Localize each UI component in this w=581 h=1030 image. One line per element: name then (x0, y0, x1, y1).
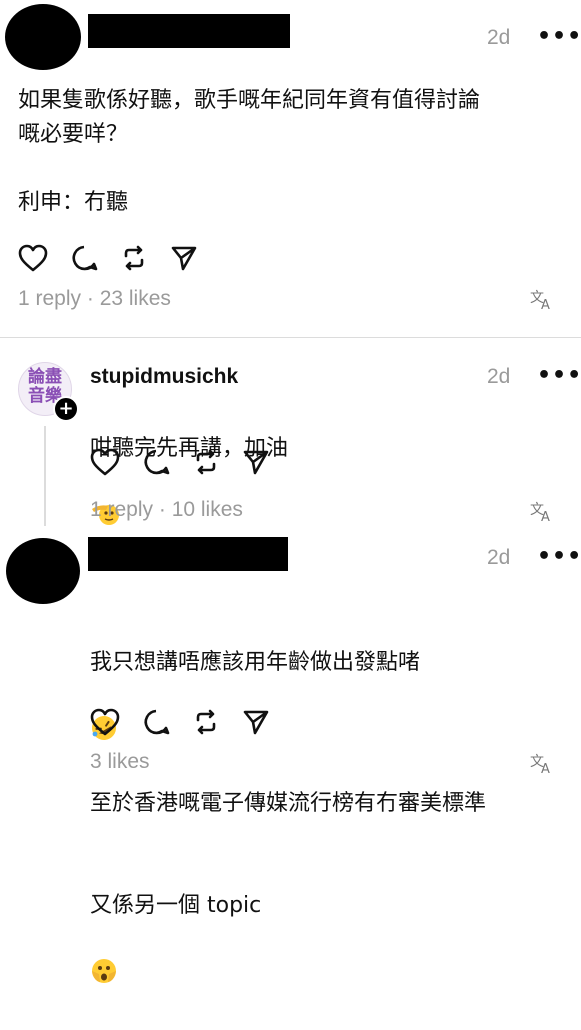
more-icon[interactable]: ••• (537, 26, 581, 48)
avatar[interactable] (5, 4, 81, 70)
post-text-line: 至於香港嘅電子傳媒流行榜有冇審美標準 (90, 791, 487, 816)
share-icon[interactable] (170, 244, 198, 272)
share-icon[interactable] (242, 708, 270, 736)
translate-icon[interactable]: 文A (530, 752, 556, 778)
action-bar (90, 708, 270, 736)
post-text: 我只想講唔應該用年齡做出發點啫 至於香港嘅電子傳媒流行榜有冇審美標準 又係另一個… (90, 578, 570, 1030)
like-icon[interactable] (18, 244, 48, 272)
post-text-line: 又係另一個 topic (90, 893, 262, 918)
action-bar (18, 244, 198, 272)
reply-icon[interactable] (70, 244, 98, 272)
reply-icon[interactable] (142, 708, 170, 736)
repost-icon[interactable] (120, 244, 148, 272)
action-bar (90, 448, 270, 476)
more-icon[interactable]: ••• (537, 365, 581, 387)
like-icon[interactable] (90, 708, 120, 736)
face-with-hands-emoji-icon (90, 923, 118, 996)
follow-plus-icon[interactable]: + (53, 396, 79, 422)
post-text-line: 我只想講唔應該用年齡做出發點啫 (90, 650, 421, 675)
share-icon[interactable] (242, 448, 270, 476)
thread-line (44, 426, 46, 526)
translate-icon[interactable]: 文A (530, 288, 556, 314)
redacted-username (88, 14, 290, 48)
post-time: 2d (487, 546, 511, 569)
repost-icon[interactable] (192, 448, 220, 476)
avatar[interactable] (6, 538, 80, 604)
username[interactable]: stupidmusichk (90, 365, 238, 389)
post-time: 2d (487, 26, 511, 49)
post-text: 如果隻歌係好聽，歌手嘅年紀同年資有值得討論 嘅必要咩？ 利申：冇聽 (18, 88, 481, 215)
svg-text:A: A (541, 510, 550, 522)
post-stats[interactable]: 1 reply · 10 likes (90, 498, 243, 522)
svg-text:A: A (541, 298, 550, 310)
translate-icon[interactable]: 文A (530, 500, 556, 526)
more-icon[interactable]: ••• (537, 546, 581, 568)
reply-icon[interactable] (142, 448, 170, 476)
post-stats[interactable]: 1 reply · 23 likes (18, 287, 171, 311)
redacted-username (88, 537, 288, 571)
svg-text:A: A (541, 762, 550, 774)
post-time: 2d (487, 365, 511, 388)
post-stats[interactable]: 3 likes (90, 750, 150, 774)
divider (0, 337, 581, 338)
repost-icon[interactable] (192, 708, 220, 736)
like-icon[interactable] (90, 448, 120, 476)
